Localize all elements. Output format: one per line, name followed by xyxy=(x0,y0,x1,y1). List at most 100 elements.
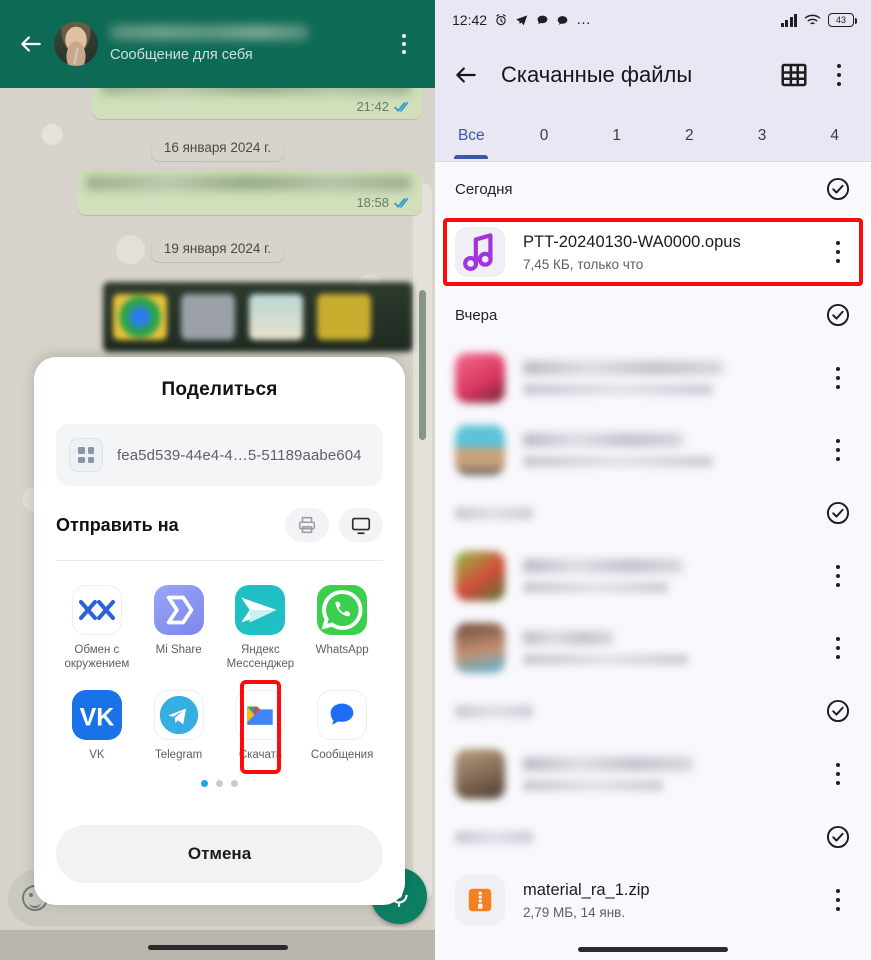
file-meta-blurred xyxy=(523,384,713,395)
row-menu-icon[interactable] xyxy=(825,888,851,912)
tab-3[interactable]: 3 xyxy=(726,127,799,145)
print-button[interactable] xyxy=(285,508,329,542)
row-menu-icon[interactable] xyxy=(825,438,851,462)
grid-view-icon[interactable] xyxy=(779,60,809,90)
send-to-header: Отправить на xyxy=(56,508,383,542)
file-name: material_ra_1.zip xyxy=(523,880,650,899)
system-navigation-bar xyxy=(435,934,871,960)
tab-4[interactable]: 4 xyxy=(798,127,871,145)
check-circle-icon[interactable] xyxy=(825,824,851,850)
check-circle-icon[interactable] xyxy=(825,176,851,202)
tab-2[interactable]: 2 xyxy=(653,127,726,145)
message-meta: 21:42 xyxy=(101,99,413,114)
check-circle-icon[interactable] xyxy=(825,302,851,328)
message-time: 21:42 xyxy=(356,99,389,114)
file-row-blurred[interactable] xyxy=(435,540,871,612)
divider xyxy=(56,560,383,561)
file-row-zip[interactable]: material_ra_1.zip 2,79 МБ, 14 янв. xyxy=(435,864,871,936)
share-target-vk[interactable]: VK VK xyxy=(56,682,138,762)
file-info: material_ra_1.zip 2,79 МБ, 14 янв. xyxy=(523,881,807,920)
group-title: Сегодня xyxy=(455,180,513,198)
share-target-label: Mi Share xyxy=(155,644,202,656)
date-chip: 16 января 2024 г. xyxy=(150,134,285,161)
wifi-icon xyxy=(804,13,821,27)
back-button[interactable] xyxy=(453,62,479,88)
mi-share-icon xyxy=(153,585,204,635)
back-button[interactable] xyxy=(14,27,48,61)
kebab-menu-icon[interactable] xyxy=(825,63,853,87)
share-target-label: VK xyxy=(89,748,105,761)
file-row-blurred[interactable] xyxy=(435,414,871,486)
signal-icon xyxy=(780,13,797,27)
vk-icon: VK xyxy=(71,689,122,740)
status-bar-left: 12:42 … xyxy=(452,12,781,28)
downloads-list[interactable]: Сегодня PTT-20240130-WA0000.opus 7,45 КБ… xyxy=(435,162,871,960)
file-name-blurred xyxy=(523,631,613,645)
share-targets-row-1: Обмен с окружением Mi Share Яндекс Мессе… xyxy=(56,577,383,672)
page-dot[interactable] xyxy=(231,780,238,788)
file-info xyxy=(523,757,807,791)
tab-0[interactable]: 0 xyxy=(508,127,581,145)
share-target-telegram[interactable]: Telegram xyxy=(138,682,220,762)
telegram-icon xyxy=(515,13,529,27)
group-title xyxy=(455,506,825,520)
page-title: Скачанные файлы xyxy=(501,62,693,87)
share-sheet: Поделиться fea5d539-44e4-4…5-51189aabe60… xyxy=(34,357,405,905)
page-dot-active[interactable] xyxy=(201,780,208,788)
whatsapp-panel: Сообщение для себя 21:42 16 января 2024 … xyxy=(0,0,435,960)
row-menu-icon[interactable] xyxy=(825,636,851,660)
file-meta: 7,45 КБ, только что xyxy=(523,256,644,272)
share-target-label: Яндекс Мессенджер xyxy=(226,644,295,671)
shared-file-row[interactable]: fea5d539-44e4-4…5-51189aabe604 xyxy=(56,424,383,486)
file-row-blurred[interactable] xyxy=(435,612,871,684)
chat-bubble-icon xyxy=(556,14,569,27)
file-row-blurred[interactable] xyxy=(435,738,871,810)
whatsapp-icon xyxy=(317,585,368,635)
share-target-nearby[interactable]: Обмен с окружением xyxy=(56,577,138,672)
status-bar: 12:42 … 43 xyxy=(435,0,871,40)
tab-all[interactable]: Все xyxy=(435,127,508,145)
home-indicator[interactable] xyxy=(147,945,288,950)
home-indicator[interactable] xyxy=(578,947,728,952)
share-target-mi-share[interactable]: Mi Share xyxy=(138,577,220,672)
file-name-blurred xyxy=(523,559,683,573)
row-menu-icon[interactable] xyxy=(825,366,851,390)
share-target-files-download[interactable]: Скачать xyxy=(220,679,302,775)
tab-1[interactable]: 1 xyxy=(580,127,653,145)
zip-archive-icon xyxy=(455,875,505,925)
group-header-blurred xyxy=(435,486,871,540)
file-meta: 2,79 МБ, 14 янв. xyxy=(523,904,626,920)
kebab-menu-icon[interactable] xyxy=(387,34,421,54)
file-meta-blurred xyxy=(523,780,663,791)
file-row-opus[interactable]: PTT-20240130-WA0000.opus 7,45 КБ, только… xyxy=(435,216,871,288)
file-name-blurred xyxy=(523,361,723,375)
share-target-whatsapp[interactable]: WhatsApp xyxy=(301,577,383,672)
file-row-blurred[interactable] xyxy=(435,342,871,414)
row-menu-icon[interactable] xyxy=(825,564,851,588)
group-title-blurred xyxy=(455,704,533,718)
battery-indicator: 43 xyxy=(828,13,857,27)
check-circle-icon[interactable] xyxy=(825,698,851,724)
message-meta: 18:58 xyxy=(86,195,413,210)
row-menu-icon[interactable] xyxy=(825,240,851,264)
shared-file-name: fea5d539-44e4-4…5-51189aabe604 xyxy=(117,446,362,464)
chat-titles: Сообщение для себя xyxy=(110,25,387,63)
file-name-blurred xyxy=(523,757,693,771)
row-menu-icon[interactable] xyxy=(825,762,851,786)
cancel-button[interactable]: Отмена xyxy=(56,825,383,883)
group-title-blurred xyxy=(455,830,533,844)
avatar[interactable] xyxy=(54,22,98,66)
cast-button[interactable] xyxy=(339,508,383,542)
message-bubble[interactable]: 18:58 xyxy=(77,170,422,215)
send-to-label: Отправить на xyxy=(56,514,179,535)
whatsapp-header: Сообщение для себя xyxy=(0,0,435,88)
file-meta-blurred xyxy=(523,654,688,665)
share-target-yandex-messenger[interactable]: Яндекс Мессенджер xyxy=(220,577,302,672)
share-target-label: Telegram xyxy=(154,748,203,761)
message-text-blurred xyxy=(86,176,411,190)
page-dot[interactable] xyxy=(216,780,223,788)
share-target-messages[interactable]: Сообщения xyxy=(301,682,383,762)
google-messages-icon xyxy=(317,689,368,740)
check-circle-icon[interactable] xyxy=(825,500,851,526)
contact-name-blurred xyxy=(110,25,308,40)
